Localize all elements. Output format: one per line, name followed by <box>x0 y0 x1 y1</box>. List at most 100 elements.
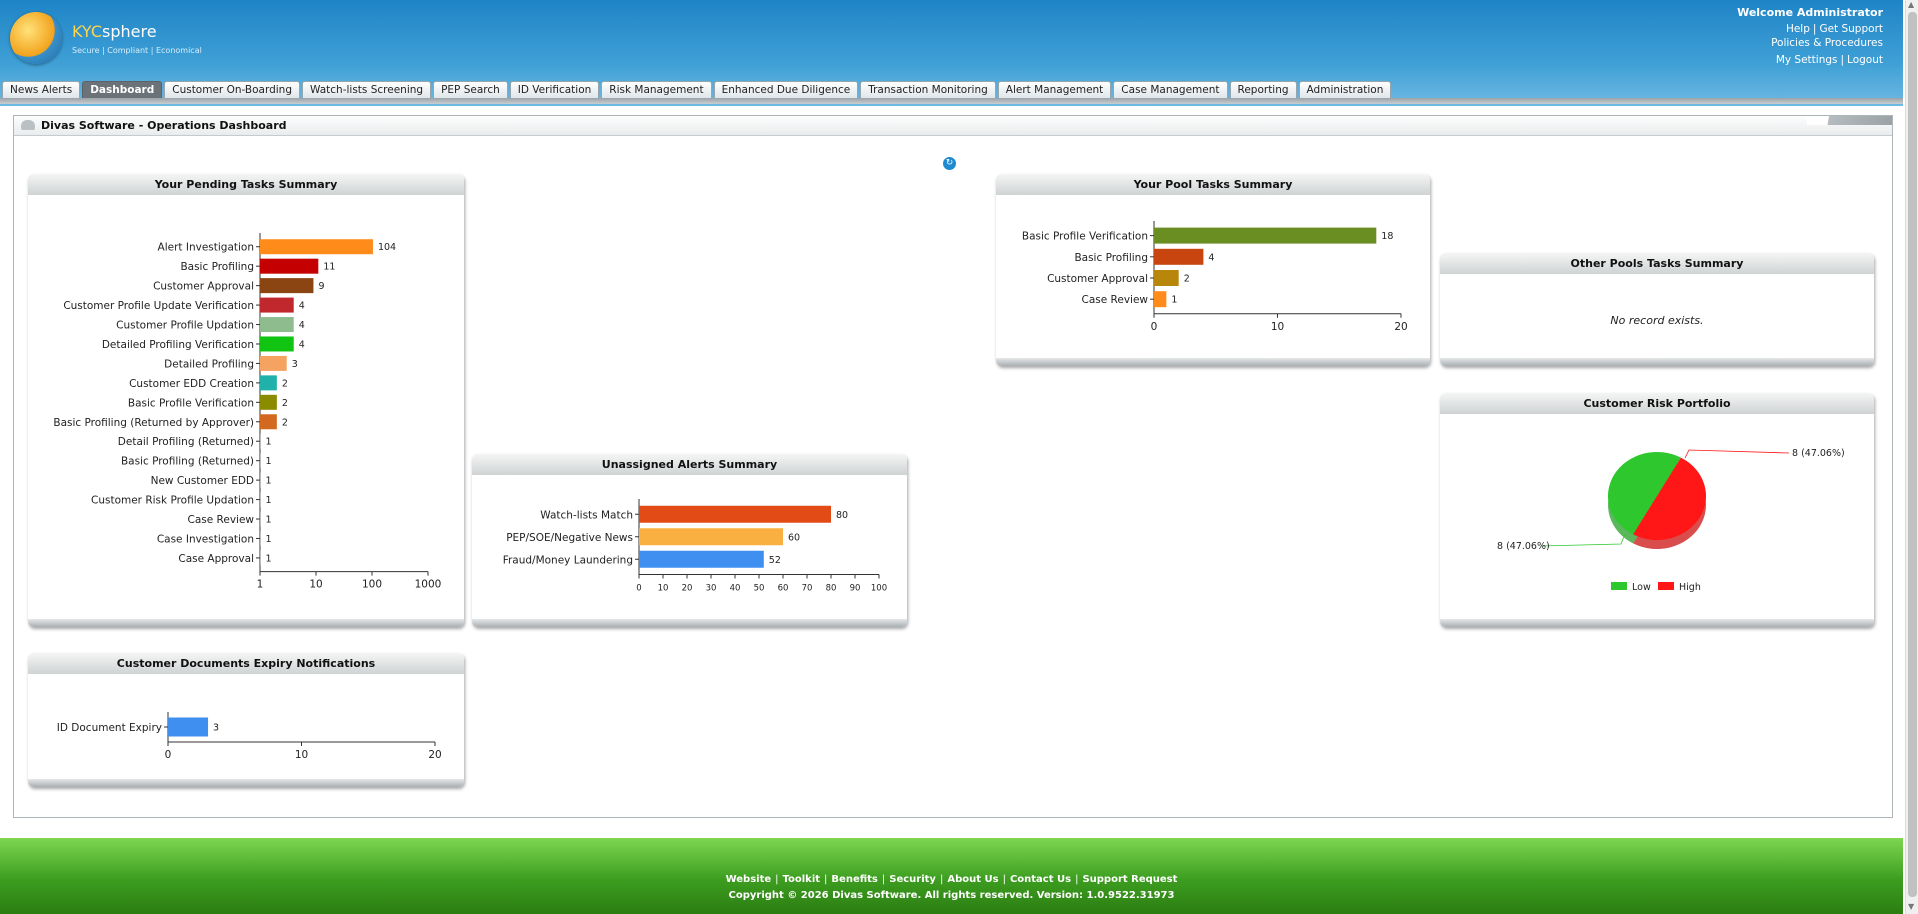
documents-expiry-title: Customer Documents Expiry Notifications <box>28 653 464 674</box>
pool-tasks-widget: Your Pool Tasks Summary Basic Profile Ve… <box>996 174 1430 366</box>
footer-link-about-us[interactable]: About Us <box>947 874 998 885</box>
pending-tasks-chart: Alert Investigation 104Basic Profiling 11C… <box>53 233 442 591</box>
brand-tagline: Secure | Compliant | Economical <box>72 46 202 55</box>
bar <box>1154 270 1179 286</box>
footer-links: Website | Toolkit | Benefits | Security | About … <box>0 874 1903 885</box>
tab-dashboard[interactable]: Dashboard <box>82 81 163 98</box>
tab-news-alerts[interactable]: News Alerts <box>2 81 81 98</box>
bar <box>639 550 764 568</box>
bar <box>260 317 294 333</box>
scroll-up-icon[interactable]: ▲ <box>1908 0 1914 9</box>
data-label-high: 8 (47.06%) <box>1792 448 1845 459</box>
kycsphere-logo-icon[interactable] <box>10 12 62 64</box>
data-label: 1 <box>266 495 272 506</box>
pending-tasks-title: Your Pending Tasks Summary <box>28 174 464 195</box>
x-tick-label: 50 <box>754 584 765 594</box>
policies-link[interactable]: Policies & Procedures <box>1771 37 1883 49</box>
scrollbar-thumb[interactable] <box>1908 12 1917 897</box>
tab-reporting[interactable]: Reporting <box>1229 81 1297 98</box>
customer-risk-chart: 8 (47.06%) 8 (47.06%) Low High <box>1497 448 1845 593</box>
category-label: Case Review <box>188 514 255 526</box>
data-label: 104 <box>378 242 396 253</box>
app-header: KYCsphere Secure | Compliant | Economica… <box>0 0 1903 106</box>
widget-footer <box>28 779 464 787</box>
bar <box>260 414 277 430</box>
bar <box>260 278 314 294</box>
bar <box>639 528 783 546</box>
help-link[interactable]: Help <box>1786 23 1810 35</box>
x-tick-label: 1000 <box>415 579 442 591</box>
footer-link-separator: | <box>881 874 886 885</box>
leader-line-high <box>1684 449 1790 459</box>
footer-link-support-request[interactable]: Support Request <box>1082 874 1177 885</box>
link-separator: | <box>1840 54 1845 66</box>
data-label: 1 <box>266 534 272 545</box>
category-label: Customer Risk Profile Updation <box>91 495 254 507</box>
widget-footer <box>996 358 1430 366</box>
footer-link-security[interactable]: Security <box>889 874 936 885</box>
leader-line-low <box>1540 533 1626 547</box>
scroll-down-icon[interactable]: ▼ <box>1908 902 1914 911</box>
page-scrollbar[interactable]: ▲ ▼ <box>1905 0 1918 914</box>
category-label: Customer Profile Update Verification <box>63 300 254 312</box>
data-label: 1 <box>266 515 272 526</box>
footer-link-contact-us[interactable]: Contact Us <box>1010 874 1071 885</box>
my-settings-link[interactable]: My Settings <box>1776 54 1838 66</box>
pool-tasks-title: Your Pool Tasks Summary <box>996 174 1430 195</box>
tab-risk-management[interactable]: Risk Management <box>601 81 712 98</box>
tab-id-verification[interactable]: ID Verification <box>509 81 600 98</box>
data-label: 4 <box>299 339 305 350</box>
data-label-low: 8 (47.06%) <box>1497 541 1550 552</box>
category-label: Customer Approval <box>153 281 254 293</box>
header-links-row3: My Settings | Logout <box>1776 54 1883 66</box>
bar <box>260 453 261 469</box>
main-tabs: News Alerts Dashboard Customer On-Boarding… <box>2 81 1392 98</box>
footer-link-toolkit[interactable]: Toolkit <box>783 874 821 885</box>
data-label: 60 <box>788 532 800 543</box>
brand-name: KYCsphere <box>72 22 157 41</box>
get-support-link[interactable]: Get Support <box>1819 23 1883 35</box>
bar <box>1154 291 1167 308</box>
logout-link[interactable]: Logout <box>1847 54 1883 66</box>
refresh-icon[interactable]: ↻ <box>943 157 956 170</box>
footer-link-website[interactable]: Website <box>726 874 772 885</box>
tab-transaction-monitoring[interactable]: Transaction Monitoring <box>860 81 996 98</box>
no-record-text: No record exists. <box>1610 314 1704 327</box>
legend-swatch-high <box>1658 582 1674 590</box>
customer-risk-widget: Customer Risk Portfolio 8 (47.06%) 8 (47.… <box>1440 393 1874 627</box>
unassigned-alerts-title: Unassigned Alerts Summary <box>472 454 907 475</box>
copyright-text: Copyright © 2026 Divas Software. All rig… <box>728 890 1175 901</box>
category-label: New Customer EDD <box>151 475 254 487</box>
bar <box>168 717 209 737</box>
category-label: Basic Profiling (Returned by Approver) <box>53 417 254 429</box>
tab-pep-search[interactable]: PEP Search <box>433 81 508 98</box>
dashboard-icon <box>21 120 35 130</box>
tab-case-management[interactable]: Case Management <box>1113 81 1228 98</box>
category-label: Detail Profiling (Returned) <box>118 436 254 448</box>
data-label: 2 <box>1184 274 1190 285</box>
footer-link-benefits[interactable]: Benefits <box>831 874 877 885</box>
x-tick-label: 10 <box>658 584 669 594</box>
tab-alert-management[interactable]: Alert Management <box>997 81 1112 98</box>
data-label: 3 <box>213 723 219 734</box>
tab-enhanced-due-diligence[interactable]: Enhanced Due Diligence <box>713 81 859 98</box>
data-label: 1 <box>266 437 272 448</box>
category-label: Basic Profiling <box>1074 252 1148 264</box>
tab-watch-lists-screening[interactable]: Watch-lists Screening <box>302 81 432 98</box>
x-tick-label: 100 <box>362 579 382 591</box>
bar <box>1154 227 1377 244</box>
category-label: Customer EDD Creation <box>129 378 254 390</box>
x-tick-label: 10 <box>309 579 322 591</box>
panel-title-bar: Divas Software - Operations Dashboard <box>14 116 1892 136</box>
category-label: Detailed Profiling Verification <box>102 339 254 351</box>
x-tick-label: 1 <box>257 579 264 591</box>
data-label: 9 <box>318 281 324 292</box>
link-separator: | <box>1812 23 1817 35</box>
tab-administration[interactable]: Administration <box>1298 81 1392 98</box>
bar <box>639 505 831 523</box>
category-label: Watch-lists Match <box>540 509 633 521</box>
data-label: 1 <box>266 456 272 467</box>
footer-link-separator: | <box>1002 874 1006 885</box>
data-label: 4 <box>1208 252 1214 263</box>
tab-customer-on-boarding[interactable]: Customer On-Boarding <box>164 81 301 98</box>
